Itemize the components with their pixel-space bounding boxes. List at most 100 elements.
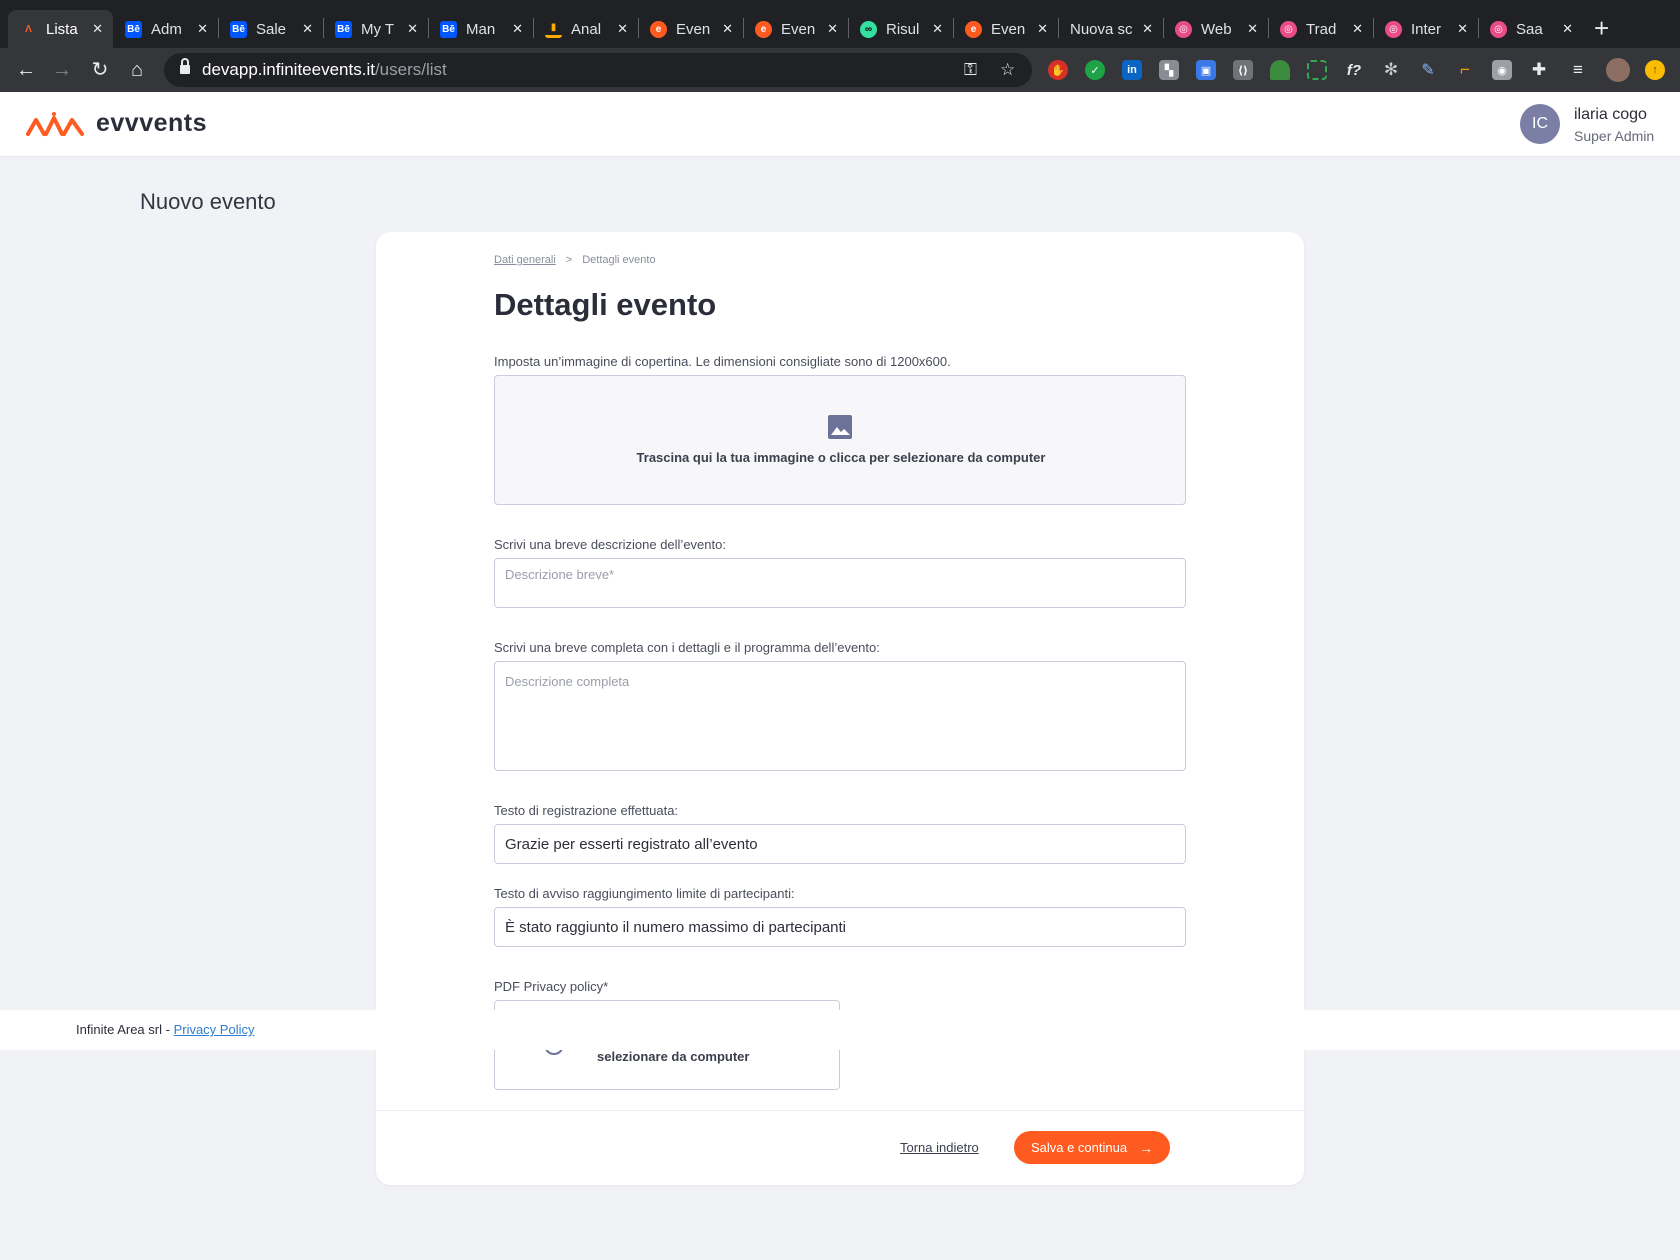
gear-extension-icon[interactable]: ✻ (1381, 60, 1401, 80)
close-tab-icon[interactable]: ✕ (92, 21, 103, 37)
close-tab-icon[interactable]: ✕ (197, 21, 208, 37)
cover-image-dropzone[interactable]: Trascina qui la tua immagine o clicca pe… (494, 375, 1186, 505)
dribbble-icon: ◎ (1385, 20, 1402, 38)
dribbble-icon: ◎ (1280, 20, 1297, 38)
home-icon[interactable]: ⌂ (125, 58, 149, 82)
browser-tab[interactable]: Bē Man ✕ (428, 10, 533, 48)
new-tab-button[interactable]: + (1594, 14, 1609, 42)
pen-extension-icon[interactable]: ✎ (1418, 60, 1438, 80)
back-link[interactable]: Torna indietro (900, 1140, 979, 1155)
browser-tab-strip: + Λ Lista ✕ Bē Adm ✕ Bē Sale ✕ Bē My T ✕ Bē Man ✕ ▮ Anal… (0, 0, 1680, 48)
browser-tab[interactable]: ◎ Inter ✕ (1373, 10, 1478, 48)
browser-tab[interactable]: e Even ✕ (743, 10, 848, 48)
back-arrow-icon[interactable]: ← (14, 58, 38, 82)
breadcrumb-step-general[interactable]: Dati generali (494, 254, 556, 266)
dribbble-icon: ◎ (1175, 20, 1192, 38)
app-header: evvvents IC ilaria cogo Super Admin (0, 92, 1680, 157)
cover-dropzone-text: Trascina qui la tua immagine o clicca pe… (636, 450, 1046, 465)
user-role: Super Admin (1574, 128, 1655, 144)
camera-extension-icon[interactable]: ◉ (1492, 60, 1512, 80)
close-tab-icon[interactable]: ✕ (722, 21, 733, 37)
browser-tab-title: Even (991, 20, 1026, 38)
user-avatar[interactable]: IC (1520, 104, 1560, 144)
forward-arrow-icon[interactable]: → (50, 58, 74, 82)
bookmark-star-icon[interactable]: ☆ (1000, 60, 1015, 80)
participant-limit-input[interactable] (494, 907, 1186, 947)
leaf-extension-icon[interactable] (1270, 60, 1290, 80)
behance-icon: Bē (335, 20, 352, 38)
evvvents-icon: e (650, 20, 667, 38)
company-name: Infinite Area srl - (76, 1022, 170, 1037)
browser-tab-title: Man (466, 20, 496, 38)
browser-tab[interactable]: ◎ Trad ✕ (1268, 10, 1373, 48)
close-tab-icon[interactable]: ✕ (1142, 21, 1153, 37)
browser-tab[interactable]: Nuova sc ✕ (1058, 10, 1163, 48)
save-continue-button[interactable]: Salva e continua → (1014, 1131, 1170, 1164)
browser-tab[interactable]: ▮ Anal ✕ (533, 10, 638, 48)
browser-tab-title: Web (1201, 20, 1232, 38)
media-queue-icon[interactable]: ≡ (1568, 60, 1588, 80)
browser-tab-title: Inter (1411, 20, 1442, 38)
brand-name: evvvents (96, 109, 208, 137)
close-tab-icon[interactable]: ✕ (1037, 21, 1048, 37)
extensions-puzzle-icon[interactable]: ✚ (1529, 60, 1549, 80)
participant-limit-label: Testo di avviso raggiungimento limite di… (494, 886, 795, 901)
browser-tab-title: Anal (571, 20, 602, 38)
close-tab-icon[interactable]: ✕ (1457, 21, 1468, 37)
key-icon[interactable]: ⚿ (964, 60, 977, 80)
browser-tab[interactable]: Λ Lista ✕ (8, 10, 113, 48)
browser-tab-title: Adm (151, 20, 182, 38)
address-bar[interactable]: devapp.infiniteevents.it/users/list ⚿ ☆ (164, 53, 1032, 87)
browser-tab[interactable]: ∞ Risul ✕ (848, 10, 953, 48)
close-tab-icon[interactable]: ✕ (1247, 21, 1258, 37)
window-extension-icon[interactable]: ▣ (1196, 60, 1216, 80)
close-tab-icon[interactable]: ✕ (407, 21, 418, 37)
browser-tab-title: Sale (256, 20, 287, 38)
browser-tab-title: My T (361, 20, 395, 38)
image-icon (828, 415, 852, 439)
browser-tab[interactable]: Bē My T ✕ (323, 10, 428, 48)
close-tab-icon[interactable]: ✕ (932, 21, 943, 37)
browser-tab[interactable]: Bē Adm ✕ (113, 10, 218, 48)
adblock-extension-icon[interactable]: ✋ (1048, 60, 1068, 80)
close-tab-icon[interactable]: ✕ (302, 21, 313, 37)
browser-tab-title: Trad (1306, 20, 1337, 38)
browser-tab[interactable]: Bē Sale ✕ (218, 10, 323, 48)
pdf-dropzone-text: selezionare da computer (597, 1049, 750, 1064)
close-tab-icon[interactable]: ✕ (827, 21, 838, 37)
update-indicator-icon[interactable]: ↑ (1645, 60, 1665, 80)
whatfont-extension-icon[interactable]: f? (1344, 60, 1364, 80)
check-extension-icon[interactable]: ✓ (1085, 60, 1105, 80)
breadcrumb-step-details: Dettagli evento (582, 254, 656, 266)
puzzle-tool-extension-icon[interactable]: ▚ (1159, 60, 1179, 80)
full-description-label: Scrivi una breve completa con i dettagli… (494, 640, 880, 655)
ruler-extension-icon[interactable]: ⌐ (1455, 60, 1475, 80)
browser-tab[interactable]: e Even ✕ (638, 10, 743, 48)
browser-tab[interactable]: ◎ Web ✕ (1163, 10, 1268, 48)
short-description-input[interactable] (494, 558, 1186, 608)
close-tab-icon[interactable]: ✕ (1352, 21, 1363, 37)
evvvents-logo-icon[interactable] (26, 112, 86, 138)
browser-tab[interactable]: ◎ Saa ✕ (1478, 10, 1583, 48)
screenshot-extension-icon[interactable] (1307, 60, 1327, 80)
card-actions-divider (376, 1110, 1304, 1111)
behance-icon: Bē (230, 20, 247, 38)
profile-avatar-icon[interactable] (1606, 58, 1630, 82)
code-extension-icon[interactable]: ⟨⟩ (1233, 60, 1253, 80)
reload-icon[interactable]: ↻ (88, 58, 112, 82)
close-tab-icon[interactable]: ✕ (512, 21, 523, 37)
linkedin-extension-icon[interactable]: in (1122, 60, 1142, 80)
close-tab-icon[interactable]: ✕ (617, 21, 628, 37)
privacy-policy-link[interactable]: Privacy Policy (174, 1022, 255, 1037)
close-tab-icon[interactable]: ✕ (1562, 21, 1573, 37)
cover-image-label: Imposta un’immagine di copertina. Le dim… (494, 354, 951, 369)
registration-text-input[interactable] (494, 824, 1186, 864)
browser-tab[interactable]: e Even ✕ (953, 10, 1058, 48)
browser-tab-title: Even (676, 20, 711, 38)
arrow-right-icon: → (1139, 1139, 1154, 1156)
form-title: Dettagli evento (494, 287, 717, 322)
user-name: ilaria cogo (1574, 106, 1647, 123)
save-continue-label: Salva e continua (1030, 1140, 1128, 1155)
full-description-textarea[interactable] (494, 661, 1186, 771)
tripadvisor-icon: ∞ (860, 20, 877, 38)
